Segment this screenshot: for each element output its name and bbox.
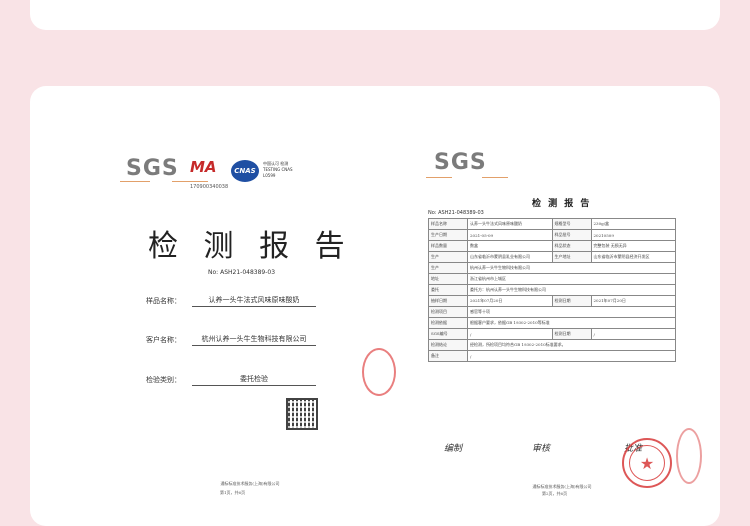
certificate-card: SGS MA 170900340038 CNAS 中国认可 检测 TESTING… <box>30 86 720 526</box>
sgs-logo-line <box>426 177 452 178</box>
table-cell-value: 浙江省杭州市上城区 <box>467 273 676 285</box>
cma-number: 170900340038 <box>190 184 229 190</box>
table-cell-label: 生产地址 <box>551 251 592 263</box>
table-cell-label: 检测日期 <box>551 328 592 340</box>
report-cover-page: SGS MA 170900340038 CNAS 中国认可 检测 TESTING… <box>30 86 380 506</box>
table-cell-value: 杭州认养一头牛生物科技有限公司 <box>467 262 676 274</box>
table-cell-label: SGS编号 <box>428 328 468 340</box>
table-cell-value: 20210509 <box>590 229 676 241</box>
red-seal-stamp <box>362 348 396 396</box>
table-cell-value: 经检测，所检项目均符合GB 19302-2010标准要求。 <box>467 339 676 351</box>
table-cell-value: 山东省临沂市蒙阴县乳业有限公司 <box>467 251 553 263</box>
sgs-logo: SGS <box>434 150 487 175</box>
client-name-value: 杭州认养一头牛生物科技有限公司 <box>192 334 316 346</box>
table-cell-value: 230g/盒 <box>590 218 676 230</box>
sgs-logo-line <box>482 177 508 178</box>
table-row: 样品名称 认养一头牛法式风味原味酸奶 规格型号 230g/盒 <box>428 218 676 230</box>
report-table: 样品名称 认养一头牛法式风味原味酸奶 规格型号 230g/盒 生产日期 2021-05-0… <box>428 218 676 362</box>
table-cell-value: 数盒 <box>467 240 553 252</box>
table-row: SGS编号 / 检测日期 / <box>428 328 676 340</box>
table-cell-label: 生产日期 <box>428 229 468 241</box>
cnas-text: 中国认可 检测 TESTING CNAS L0599 <box>263 161 293 178</box>
client-name-label: 客户名称： <box>146 336 181 344</box>
table-cell-value: 完整包装 无损无异 <box>590 240 676 252</box>
red-seal-stamp <box>676 428 702 484</box>
table-row: 备注 / <box>428 350 676 362</box>
table-row: 生产 山东省临沂市蒙阴县乳业有限公司 生产地址 山东省临沂市蒙阴县经济开发区 <box>428 251 676 263</box>
sample-name-value: 认养一头牛法式风味原味酸奶 <box>192 295 316 307</box>
table-cell-value: 2021年07月20日 <box>467 295 553 307</box>
report-page-number-id: No: ASH21-048389-03 <box>428 210 484 216</box>
table-row: 检测项目 感官等十项 <box>428 306 676 318</box>
report-page-number: 第2页，共6页 <box>542 491 568 496</box>
table-row: 生产 杭州认养一头牛生物科技有限公司 <box>428 262 676 274</box>
table-row: 地址 浙江省杭州市上城区 <box>428 273 676 285</box>
signature-compiler: 编制 <box>444 444 463 454</box>
report-number: No: ASH21-048389-03 <box>208 269 276 276</box>
report-title: 检 测 报 告 <box>148 229 353 264</box>
qr-code <box>286 398 318 430</box>
table-cell-value: 2021-05-09 <box>467 229 553 241</box>
previous-card <box>30 0 720 30</box>
table-cell-label: 生产 <box>428 251 468 263</box>
red-seal-stamp: ★ <box>622 438 672 488</box>
table-cell-value: / <box>590 328 676 340</box>
table-cell-label: 抽样日期 <box>428 295 468 307</box>
table-cell-label: 样品批号 <box>551 229 592 241</box>
table-row: 样品数量 数盒 样品状态 完整包装 无损无异 <box>428 240 676 252</box>
test-type-label: 检验类别： <box>146 376 181 384</box>
table-cell-label: 检测项目 <box>428 306 468 318</box>
table-cell-value: 认养一头牛法式风味原味酸奶 <box>467 218 553 230</box>
table-row: 抽样日期 2021年07月20日 检测日期 2021年07月20日 <box>428 295 676 307</box>
table-cell-label: 地址 <box>428 273 468 285</box>
table-cell-label: 检测结论 <box>428 339 468 351</box>
table-cell-label: 生产 <box>428 262 468 274</box>
table-cell-value: 感官等十项 <box>467 306 676 318</box>
table-row: 检测依据 根据客户要求，依据GB 19302-2010等标准 <box>428 317 676 329</box>
table-cell-value: 根据客户要求，依据GB 19302-2010等标准 <box>467 317 676 329</box>
cover-page-number: 第1页，共6页 <box>220 490 246 495</box>
test-type-value: 委托检验 <box>192 374 316 386</box>
sample-name-label: 样品名称： <box>146 297 181 305</box>
table-cell-label: 样品状态 <box>551 240 592 252</box>
table-cell-label: 检测依据 <box>428 317 468 329</box>
table-cell-value: 2021年07月20日 <box>590 295 676 307</box>
table-cell-label: 备注 <box>428 350 468 362</box>
table-cell-value: 委托方：杭州认养一头牛生物科技有限公司 <box>467 284 676 296</box>
sgs-logo: SGS <box>126 156 179 181</box>
table-cell-value: 山东省临沂市蒙阴县经济开发区 <box>590 251 676 263</box>
cma-logo: MA <box>190 158 217 176</box>
report-footer: 通标标准技术服务(上海)有限公司 <box>532 484 592 489</box>
report-page-title: 检 测 报 告 <box>532 199 592 209</box>
signature-reviewer: 审核 <box>532 444 551 454</box>
table-cell-label: 规格型号 <box>551 218 592 230</box>
table-row: 委托 委托方：杭州认养一头牛生物科技有限公司 <box>428 284 676 296</box>
table-cell-label: 样品数量 <box>428 240 468 252</box>
table-cell-value: / <box>467 328 553 340</box>
table-cell-label: 委托 <box>428 284 468 296</box>
table-cell-label: 检测日期 <box>551 295 592 307</box>
sgs-logo-line <box>120 181 150 182</box>
cover-footer: 通标标准技术服务(上海)有限公司 <box>220 481 280 486</box>
table-row: 生产日期 2021-05-09 样品批号 20210509 <box>428 229 676 241</box>
table-cell-value: / <box>467 350 676 362</box>
table-cell-label: 样品名称 <box>428 218 468 230</box>
table-row: 检测结论 经检测，所检项目均符合GB 19302-2010标准要求。 <box>428 339 676 351</box>
cnas-logo: CNAS <box>231 160 259 182</box>
